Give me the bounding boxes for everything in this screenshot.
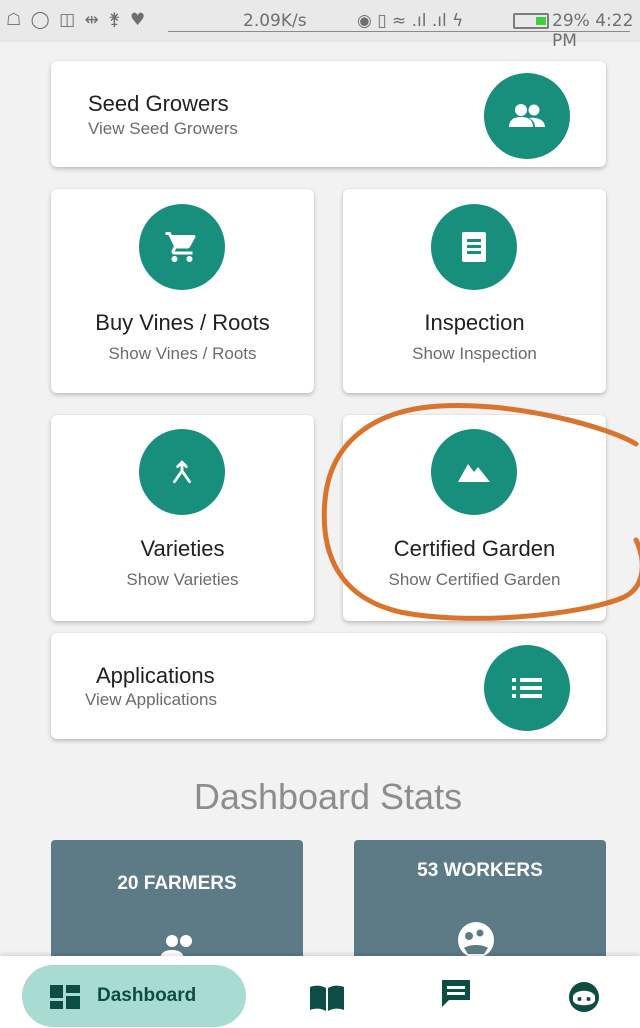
receipt-icon	[431, 204, 517, 290]
seed-growers-subtitle: View Seed Growers	[88, 119, 238, 138]
buy-vines-title: Buy Vines / Roots	[95, 310, 270, 335]
varieties-title: Varieties	[140, 536, 225, 561]
status-left-icons: ☖ ◯ ◫ ⇹ ⚵ ♥	[6, 10, 148, 30]
dashboard-stats-heading: Dashboard Stats	[193, 776, 463, 817]
battery-icon	[513, 13, 549, 29]
certified-garden-subtitle: Show Certified Garden	[388, 570, 561, 589]
workers-icon	[458, 922, 494, 958]
face-icon[interactable]	[567, 980, 601, 1014]
list-icon[interactable]	[484, 645, 570, 731]
applications-subtitle: View Applications	[85, 690, 217, 709]
applications-title: Applications	[96, 663, 215, 688]
applications-card[interactable]: Applications View Applications	[51, 633, 606, 739]
battery-and-time: 29% 4:22 PM	[552, 11, 640, 51]
workers-count: 53 WORKERS	[417, 860, 543, 881]
bottom-navigation: Dashboard	[0, 956, 640, 1028]
dashboard-icon	[50, 985, 80, 1009]
varieties-subtitle: Show Varieties	[126, 570, 239, 589]
network-speed: 2.09K/s	[243, 11, 307, 31]
chat-icon[interactable]	[440, 978, 472, 1010]
merge-icon	[139, 429, 225, 515]
buy-vines-card[interactable]: Buy Vines / Roots Show Vines / Roots	[51, 189, 314, 393]
certified-garden-card[interactable]: Certified Garden Show Certified Garden	[343, 415, 606, 621]
book-icon[interactable]	[309, 984, 345, 1012]
people-icon[interactable]	[484, 73, 570, 159]
seed-growers-title: Seed Growers	[88, 91, 229, 116]
signal-icons: ◉ ▯ ≈ .ıl .ıl ϟ	[357, 11, 464, 31]
certified-garden-title: Certified Garden	[393, 536, 556, 561]
inspection-card[interactable]: Inspection Show Inspection	[343, 189, 606, 393]
farmers-count: 20 FARMERS	[117, 873, 237, 894]
nav-dashboard-label: Dashboard	[97, 985, 197, 1006]
inspection-title: Inspection	[424, 310, 525, 335]
battery-percent: 29%	[552, 11, 590, 31]
nav-dashboard[interactable]: Dashboard	[22, 965, 246, 1027]
terrain-icon	[431, 429, 517, 515]
status-bar: ☖ ◯ ◫ ⇹ ⚵ ♥ 2.09K/s ◉ ▯ ≈ .ıl .ıl ϟ 29% …	[0, 0, 640, 51]
varieties-card[interactable]: Varieties Show Varieties	[51, 415, 314, 621]
seed-growers-card[interactable]: Seed Growers View Seed Growers	[51, 61, 606, 167]
inspection-subtitle: Show Inspection	[412, 344, 537, 363]
buy-vines-subtitle: Show Vines / Roots	[108, 344, 257, 363]
cart-icon	[139, 204, 225, 290]
